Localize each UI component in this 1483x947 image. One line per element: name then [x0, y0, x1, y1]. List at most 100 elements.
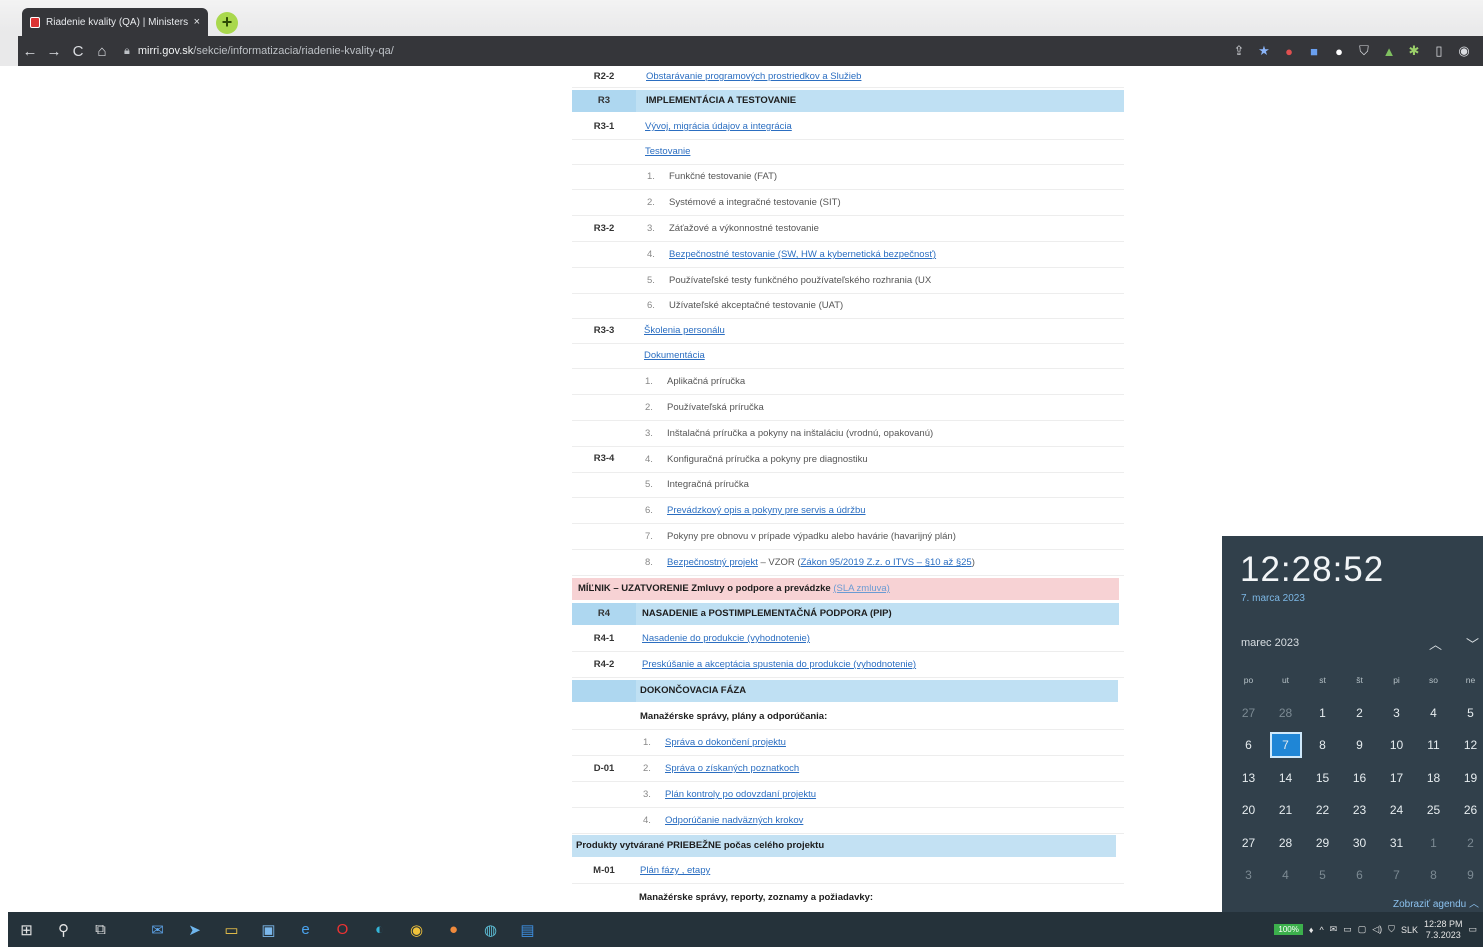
task-view-icon[interactable]: ⧉	[82, 921, 119, 938]
calendar-month[interactable]: marec 2023	[1241, 637, 1299, 649]
edge-icon[interactable]: ◐	[361, 921, 398, 938]
calendar-day[interactable]: 6	[1341, 868, 1378, 882]
calendar-day[interactable]: 9	[1341, 738, 1378, 752]
calendar-day[interactable]: 24	[1378, 803, 1415, 817]
extensions-puzzle-icon[interactable]: ✱	[1407, 43, 1421, 59]
item-link[interactable]: Správa o získaných poznatkoch	[665, 763, 799, 774]
row-heading-link[interactable]: Testovanie	[645, 140, 690, 164]
calendar-day[interactable]: 14	[1267, 771, 1304, 785]
app-arrow-icon[interactable]: ➤	[176, 921, 213, 939]
calendar-day[interactable]: 25	[1415, 803, 1452, 817]
taskbar-clock[interactable]: 12:28 PM 7.3.2023	[1424, 919, 1463, 941]
location-icon[interactable]: ♦	[1309, 925, 1314, 935]
home-icon[interactable]: ⌂	[90, 43, 114, 60]
calendar-day[interactable]: 26	[1452, 803, 1483, 817]
calendar-day[interactable]: 19	[1452, 771, 1483, 785]
language-indicator[interactable]: SLK	[1401, 925, 1418, 935]
item-link[interactable]: Odporúčanie nadväzných krokov	[665, 815, 803, 826]
item-link[interactable]: Bezpečnostné testovanie (SW, HW a kybern…	[669, 249, 936, 260]
opera-icon[interactable]: O	[324, 921, 361, 938]
calendar-day[interactable]: 18	[1415, 771, 1452, 785]
bookmark-star-icon[interactable]: ★	[1257, 43, 1271, 59]
calendar-day[interactable]: 13	[1230, 771, 1267, 785]
notifications-icon[interactable]: ▭	[1468, 924, 1477, 935]
calendar-day[interactable]: 29	[1304, 836, 1341, 850]
sla-link[interactable]: (SLA zmluva)	[833, 583, 890, 594]
calendar-day[interactable]: 11	[1415, 738, 1452, 752]
chevron-up-icon[interactable]: ︿	[1429, 634, 1442, 653]
row-link[interactable]: Plán fázy , etapy	[640, 859, 710, 883]
item-link[interactable]: Prevádzkový opis a pokyny pre servis a ú…	[667, 505, 866, 516]
calendar-day[interactable]: 6	[1230, 738, 1267, 752]
profile-avatar-icon[interactable]: ◉	[1457, 43, 1471, 59]
network-icon[interactable]: ▭	[1343, 924, 1352, 935]
sidebar-icon[interactable]: ▯	[1432, 43, 1446, 59]
firefox-icon[interactable]: ●	[435, 921, 472, 938]
outlook-icon[interactable]: ✉	[139, 921, 176, 939]
floppy-app-icon[interactable]: ▣	[250, 921, 287, 939]
chrome-icon[interactable]: ◉	[398, 921, 435, 939]
word-icon[interactable]: ▤	[509, 921, 546, 939]
calendar-day[interactable]: 20	[1230, 803, 1267, 817]
mail-tray-icon[interactable]: ✉	[1330, 924, 1338, 935]
extension-green-icon[interactable]: ▲	[1382, 44, 1396, 59]
internet-explorer-icon[interactable]: e	[287, 921, 324, 938]
calendar-day[interactable]: 3	[1378, 706, 1415, 720]
item-link[interactable]: Plán kontroly po odovzdaní projektu	[665, 789, 816, 800]
calendar-day[interactable]: 27	[1230, 706, 1267, 720]
address-bar[interactable]: 🔒︎ mirri.gov.sk/sekcie/informatizacia/ri…	[124, 45, 394, 58]
calendar-day-today[interactable]: 7	[1269, 732, 1302, 759]
chevron-down-icon[interactable]: ﹀	[1466, 634, 1479, 653]
file-explorer-icon[interactable]: ▭	[213, 921, 250, 939]
clock-date-link[interactable]: 7. marca 2023	[1241, 593, 1305, 604]
calendar-day[interactable]: 5	[1304, 868, 1341, 882]
calendar-day[interactable]: 8	[1304, 738, 1341, 752]
calendar-day[interactable]: 7	[1378, 868, 1415, 882]
calendar-day[interactable]: 28	[1267, 836, 1304, 850]
row-heading-link[interactable]: Dokumentácia	[644, 344, 705, 368]
extension-blue-icon[interactable]: ■	[1307, 44, 1321, 59]
row-link[interactable]: Vývoj, migrácia údajov a integrácia	[645, 115, 792, 139]
calendar-day[interactable]: 5	[1452, 706, 1483, 720]
forward-icon[interactable]: →	[42, 43, 66, 60]
security-icon[interactable]: ⛉	[1388, 924, 1395, 935]
calendar-day[interactable]: 23	[1341, 803, 1378, 817]
calendar-day[interactable]: 1	[1304, 706, 1341, 720]
calendar-day[interactable]: 21	[1267, 803, 1304, 817]
browser-tab[interactable]: Riadenie kvality (QA) | Ministerst ×	[22, 8, 208, 36]
calendar-day[interactable]: 10	[1378, 738, 1415, 752]
calendar-day[interactable]: 22	[1304, 803, 1341, 817]
item-link[interactable]: Správa o dokončení projektu	[665, 737, 786, 748]
row-link[interactable]: Obstarávanie programových prostriedkov a…	[646, 66, 861, 88]
calendar-day[interactable]: 31	[1378, 836, 1415, 850]
calendar-day[interactable]: 1	[1415, 836, 1452, 850]
calendar-day[interactable]: 15	[1304, 771, 1341, 785]
share-icon[interactable]: ⇪	[1232, 43, 1246, 59]
battery-indicator[interactable]: 100%	[1274, 924, 1303, 935]
extension-white-icon[interactable]: ●	[1332, 44, 1346, 59]
extension-red-icon[interactable]: ●	[1282, 44, 1296, 59]
row-link[interactable]: Nasadenie do produkcie (vyhodnotenie)	[642, 627, 810, 651]
windows-start-icon[interactable]: ⊞	[8, 921, 45, 939]
calendar-day[interactable]: 3	[1230, 868, 1267, 882]
calendar-day[interactable]: 16	[1341, 771, 1378, 785]
calendar-day[interactable]: 27	[1230, 836, 1267, 850]
display-icon[interactable]: ▢	[1358, 924, 1367, 935]
reload-icon[interactable]: C	[66, 43, 90, 60]
calendar-day[interactable]: 2	[1452, 836, 1483, 850]
show-agenda-link[interactable]: Zobraziť agendu ︿	[1393, 895, 1479, 910]
law-link[interactable]: Zákon 95/2019 Z.z. o ITVS – §10 až §25	[801, 557, 972, 568]
row-link[interactable]: Preskúšanie a akceptácia spustenia do pr…	[642, 653, 916, 677]
calendar-day[interactable]: 2	[1341, 706, 1378, 720]
app-globe-icon[interactable]: ◍	[472, 921, 509, 939]
calendar-day[interactable]: 28	[1267, 706, 1304, 720]
calendar-day[interactable]: 17	[1378, 771, 1415, 785]
new-tab-button[interactable]: +	[216, 12, 238, 34]
search-icon[interactable]: ⚲	[45, 921, 82, 939]
calendar-day[interactable]: 4	[1415, 706, 1452, 720]
item-link[interactable]: Bezpečnostný projekt	[667, 557, 758, 568]
close-tab-icon[interactable]: ×	[194, 16, 200, 28]
calendar-day[interactable]: 8	[1415, 868, 1452, 882]
calendar-day[interactable]: 12	[1452, 738, 1483, 752]
back-icon[interactable]: ←	[18, 43, 42, 60]
